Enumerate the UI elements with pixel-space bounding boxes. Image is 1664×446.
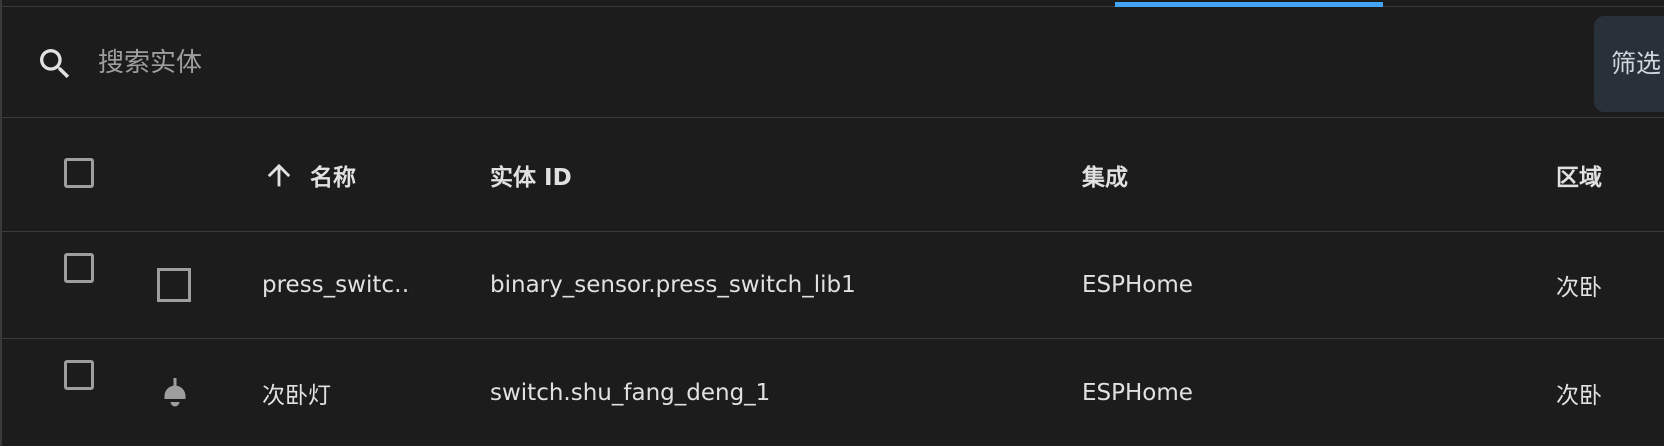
column-header-area-label: 区域: [1556, 164, 1602, 191]
arrow-up-icon: [267, 163, 291, 186]
entity-state-icon: [157, 232, 197, 338]
entity-id: binary_sensor.press_switch_lib1: [490, 232, 1050, 338]
search-input[interactable]: [98, 40, 1478, 86]
filter-button[interactable]: 筛选: [1594, 16, 1664, 112]
search-bar: 筛选: [2, 7, 1664, 118]
table-row[interactable]: 次卧灯 switch.shu_fang_deng_1 ESPHome 次卧: [2, 339, 1664, 446]
table-header: 名称 实体 ID 集成 区域: [2, 118, 1664, 232]
entity-state-icon: [157, 339, 197, 446]
column-header-name[interactable]: 名称: [262, 118, 412, 231]
column-header-name-label: 名称: [310, 164, 356, 191]
entity-integration: ESPHome: [1082, 339, 1382, 446]
column-header-integration[interactable]: 集成: [1082, 118, 1382, 231]
entity-id-text: binary_sensor.press_switch_lib1: [490, 272, 856, 298]
select-all-checkbox[interactable]: [64, 158, 94, 188]
table-row[interactable]: press_switc… binary_sensor.press_switch_…: [2, 232, 1664, 339]
row-select-checkbox[interactable]: [64, 360, 94, 390]
entity-name-text: press_switc…: [262, 272, 412, 298]
entity-id: switch.shu_fang_deng_1: [490, 339, 1050, 446]
search-icon: [40, 49, 70, 79]
entity-integration-text: ESPHome: [1082, 379, 1193, 406]
column-header-integration-label: 集成: [1082, 164, 1128, 191]
entity-area-text: 次卧: [1556, 382, 1602, 409]
row-select-checkbox[interactable]: [64, 253, 94, 283]
column-header-area[interactable]: 区域: [1556, 118, 1664, 231]
entities-panel: 筛选 名称 实体 ID 集成 区域 press_switc… binary_se…: [0, 0, 1664, 446]
column-header-entity-id[interactable]: 实体 ID: [490, 118, 1050, 231]
ceiling-light-icon: [164, 377, 186, 406]
entity-name: press_switc…: [262, 232, 412, 338]
entity-area: 次卧: [1556, 232, 1664, 338]
entity-area: 次卧: [1556, 339, 1664, 446]
entity-name: 次卧灯: [262, 339, 412, 446]
entity-name-text: 次卧灯: [262, 382, 331, 409]
entity-id-text: switch.shu_fang_deng_1: [490, 379, 771, 406]
column-header-entity-id-label: 实体 ID: [490, 164, 572, 191]
checkbox-blank-outline-icon: [157, 268, 191, 302]
entity-integration: ESPHome: [1082, 232, 1382, 338]
entity-area-text: 次卧: [1556, 275, 1602, 301]
entity-integration-text: ESPHome: [1082, 272, 1193, 298]
